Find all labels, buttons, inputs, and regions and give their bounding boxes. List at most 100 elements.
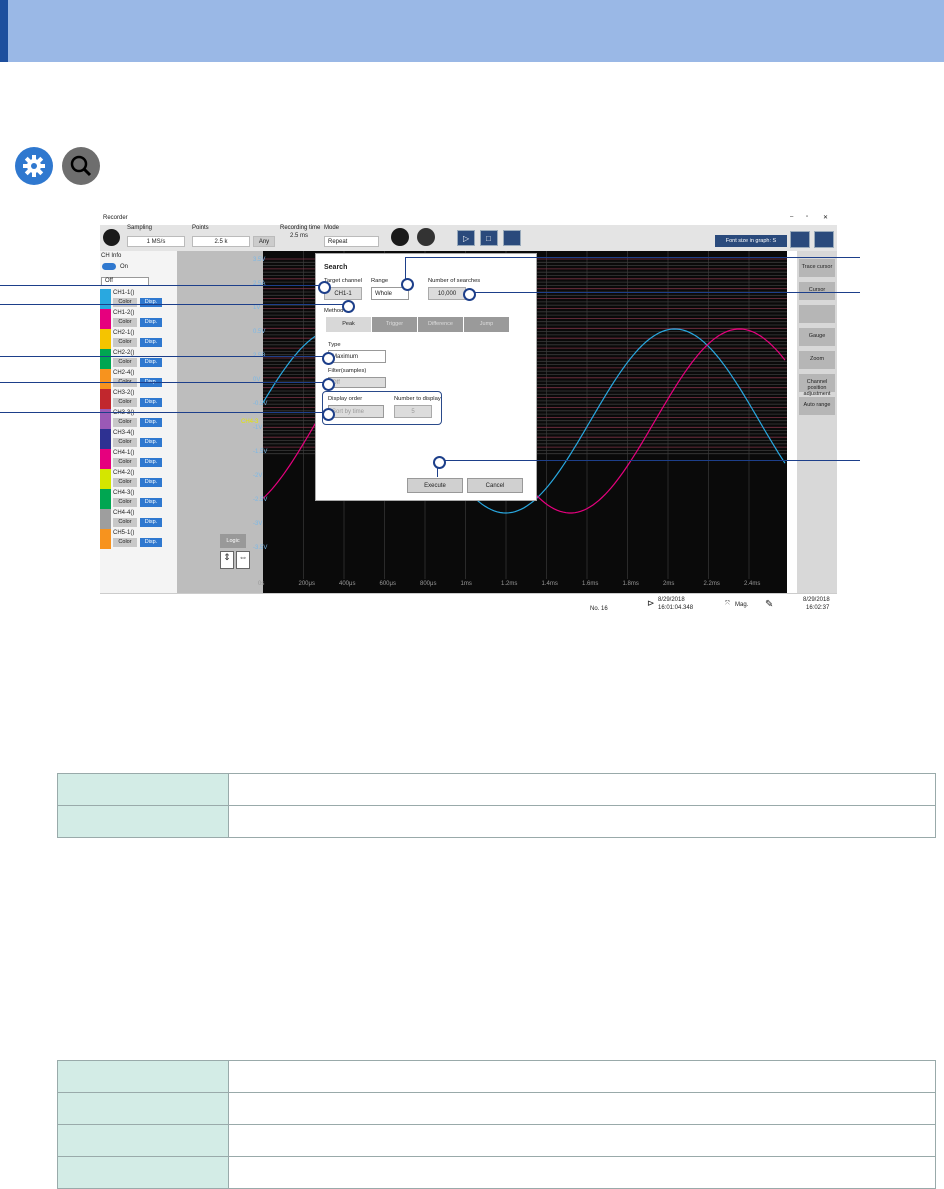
channel-disp-button[interactable]: Disp. [140,338,162,347]
type-label: Type [328,342,341,348]
channel-color-button[interactable]: Color [113,438,137,447]
right-menu-button[interactable]: Auto range [799,397,835,415]
channel-label: CH3-3() [113,410,135,416]
font-size-button[interactable]: Font size in graph: S [715,235,787,247]
channel-disp-button[interactable]: Disp. [140,498,162,507]
channel-label: CH3-2() [113,390,135,396]
dialog-title: Search [324,264,348,271]
maximize-button[interactable]: ▫ [806,214,808,220]
channel-color-button[interactable]: Color [113,298,137,307]
method-tab[interactable]: Difference [418,317,463,332]
search-icon [62,147,100,185]
type-select[interactable]: Maximum [328,350,386,363]
channel-disp-button[interactable]: Disp. [140,458,162,467]
sampling-field[interactable]: 1 MS/s [127,236,185,247]
channel-disp-button[interactable]: Disp. [140,478,162,487]
channel-color-swatch [100,429,111,449]
number-to-display-field[interactable]: 5 [394,405,432,418]
channel-row: CH3-4() Color Disp. [100,429,177,449]
channel-disp-button[interactable]: Disp. [140,438,162,447]
x-tick-label: 600μs [379,581,396,587]
callout-line-searches [467,292,860,293]
num-searches-field[interactable]: 10,000 [428,287,466,300]
points-field[interactable]: 2.5 k [192,236,250,247]
sheet-button[interactable] [391,228,409,246]
channel-disp-button[interactable]: Disp. [140,538,162,547]
channel-disp-button[interactable]: Disp. [140,398,162,407]
channel-color-button[interactable]: Color [113,498,137,507]
scale-label: -1.5V [253,449,268,455]
vertical-arrow-icon[interactable]: ⇕ [220,551,234,569]
scale-label: -3V [253,521,263,527]
channel-disp-button[interactable]: Disp. [140,358,162,367]
channel-disp-button[interactable]: Disp. [140,518,162,527]
channel-color-button[interactable]: Color [113,398,137,407]
expand-button[interactable] [814,231,834,248]
filter-select[interactable]: Off [328,377,386,388]
x-tick-label: 1.4ms [541,581,558,587]
execute-button[interactable]: Execute [407,478,463,493]
x-tick-label: 1ms [460,581,472,587]
channel-color-swatch [100,289,111,309]
minimize-button[interactable]: – [790,214,793,220]
channel-color-button[interactable]: Color [113,538,137,547]
channel-row: CH2-4()ColorDisp. [100,369,177,389]
channel-disp-button[interactable]: Disp. [140,298,162,307]
close-button[interactable]: ✕ [823,214,828,221]
open-folder-button[interactable] [790,231,810,248]
header-accent [0,0,8,62]
channel-label: CH1-2() [113,310,135,316]
callout-dot-filter [322,378,335,391]
channel-color-button[interactable]: Color [113,418,137,427]
table-head-cell [57,773,229,806]
scale-label: -2V [253,473,263,479]
display-order-select[interactable]: Sort by time [328,405,384,418]
right-menu-button[interactable]: Gauge [799,328,835,346]
mag-arrows-icon: ⤧ [725,601,730,607]
channel-color-button[interactable]: Color [113,458,137,467]
on-toggle[interactable] [102,263,116,270]
channel-disp-button[interactable]: Disp. [140,418,162,427]
right-menu-button[interactable]: Cursor [799,282,835,300]
start-button[interactable]: ▷ [457,230,475,246]
any-button[interactable]: Any [253,236,275,247]
channel-row: CH1-2() Color Disp. [100,309,177,329]
settings-button[interactable] [103,229,120,246]
header-banner [0,0,944,62]
search-button[interactable] [417,228,435,246]
cancel-button[interactable]: Cancel [467,478,523,493]
mode-select[interactable]: Repeat [324,236,379,247]
channel-color-button[interactable]: Color [113,478,137,487]
scale-label: 2.5A [253,281,266,287]
table-row [57,1124,936,1157]
right-menu-button[interactable]: Trace cursor [799,259,835,277]
channel-color-button[interactable]: Color [113,338,137,347]
channel-color-button[interactable]: Color [113,318,137,327]
method-tab[interactable]: Trigger [372,317,417,332]
channel-row: CH2-2() Color Disp. [100,349,177,369]
window-title: Recorder [103,215,128,221]
right-menu-button[interactable] [799,305,835,323]
stop-button[interactable]: □ [480,230,498,246]
record-number: No. 16 [590,606,608,612]
save-button[interactable] [503,230,521,246]
table-body-cell [228,1124,936,1157]
horizontal-arrow-icon[interactable]: ⇔ [236,551,250,569]
channel-label: CH2-4() [113,370,135,376]
table-body-cell [228,1060,936,1093]
table-head-cell [57,1060,229,1093]
method-tab[interactable]: Jump [464,317,509,332]
channel-row: CH4-1() Color Disp. [100,449,177,469]
callout-line-filter [0,382,326,383]
channel-row: CH5-1() Color Disp. [100,529,177,549]
right-menu-button[interactable]: Channel position adjustment [799,374,835,397]
channel-color-swatch [100,309,111,329]
channel-disp-button[interactable]: Disp. [140,318,162,327]
right-menu-button[interactable]: Zoom [799,351,835,369]
channel-row: CH1-1() Color Disp. [100,289,177,309]
channel-color-button[interactable]: Color [113,358,137,367]
method-tab[interactable]: Peak [326,317,371,332]
pen-icon[interactable]: ✎ [765,599,773,610]
logic-button[interactable]: Logic [220,534,246,548]
channel-color-button[interactable]: Color [113,518,137,527]
